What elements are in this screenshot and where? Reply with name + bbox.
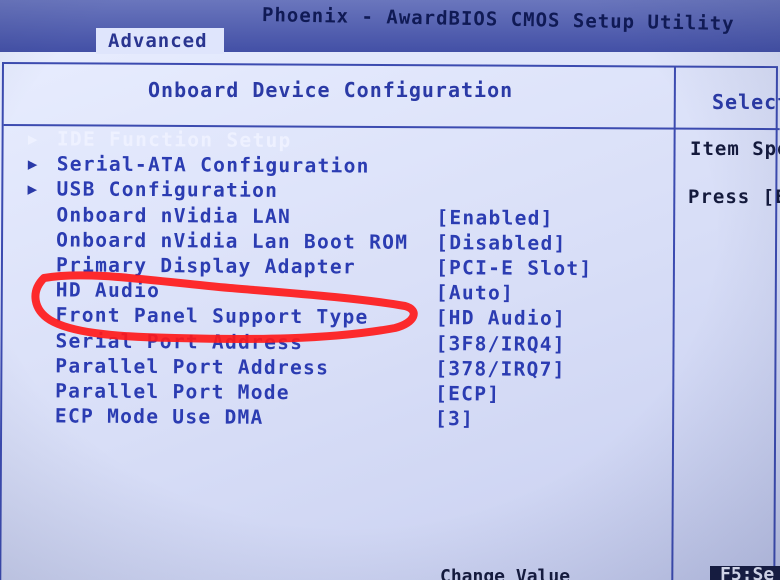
menu-list: ▶ IDE Function Setup ▶ Serial-ATA Config… — [0, 126, 670, 433]
menu-item-label: Onboard nVidia Lan Boot ROM — [56, 228, 409, 254]
menu-item-value[interactable]: [Auto] — [436, 280, 514, 306]
menu-item-label: IDE Function Setup — [56, 127, 292, 153]
menu-item-label: Onboard nVidia LAN — [56, 202, 292, 228]
menu-item-value[interactable]: [HD Audio] — [436, 305, 567, 331]
triangle-right-icon: ▶ — [27, 179, 38, 199]
menu-item-value[interactable]: [Disabled] — [436, 230, 567, 256]
menu-item-value[interactable]: [PCI-E Slot] — [436, 255, 593, 281]
help-text-line: Press [E — [688, 186, 780, 208]
help-text-line: Item Spe — [690, 138, 780, 160]
footer-hint: Change Value — [440, 566, 571, 580]
menu-item-label: ECP Mode Use DMA — [54, 404, 264, 429]
menu-item-label: Front Panel Support Type — [55, 303, 369, 329]
menu-item-label: USB Configuration — [56, 177, 279, 203]
menu-item-ecp-mode-use-dma[interactable]: ECP Mode Use DMA [3] — [0, 403, 668, 433]
panel-divider — [671, 67, 676, 580]
triangle-right-icon: ▶ — [27, 129, 38, 149]
menu-item-value[interactable]: [Enabled] — [436, 205, 554, 231]
section-title: Onboard Device Configuration — [148, 78, 514, 102]
menu-item-label: Parallel Port Mode — [55, 379, 290, 404]
triangle-right-icon: ▶ — [27, 154, 38, 174]
footer-key-hint: F5:Se — [720, 566, 775, 580]
help-header: Select — [712, 90, 780, 114]
menu-item-value[interactable]: [ECP] — [435, 381, 500, 406]
menu-item-value[interactable]: [3] — [435, 406, 474, 431]
menu-item-label: Primary Display Adapter — [55, 253, 357, 279]
bios-screen: Phoenix - AwardBIOS CMOS Setup Utility A… — [0, 0, 780, 580]
menu-item-label: HD Audio — [55, 278, 161, 303]
menu-item-label: Serial Port Address — [55, 328, 304, 354]
title-bar: Phoenix - AwardBIOS CMOS Setup Utility A… — [0, 0, 780, 54]
menu-item-label: Serial-ATA Configuration — [56, 152, 370, 178]
menu-item-value[interactable]: [3F8/IRQ4] — [435, 331, 566, 357]
menu-item-value[interactable]: [378/IRQ7] — [435, 356, 566, 382]
tab-advanced[interactable]: Advanced — [96, 28, 224, 54]
footer-bar: Change Value F5:Se — [0, 566, 780, 580]
app-title: Phoenix - AwardBIOS CMOS Setup Utility — [261, 4, 735, 36]
menu-item-label: Parallel Port Address — [55, 354, 330, 379]
